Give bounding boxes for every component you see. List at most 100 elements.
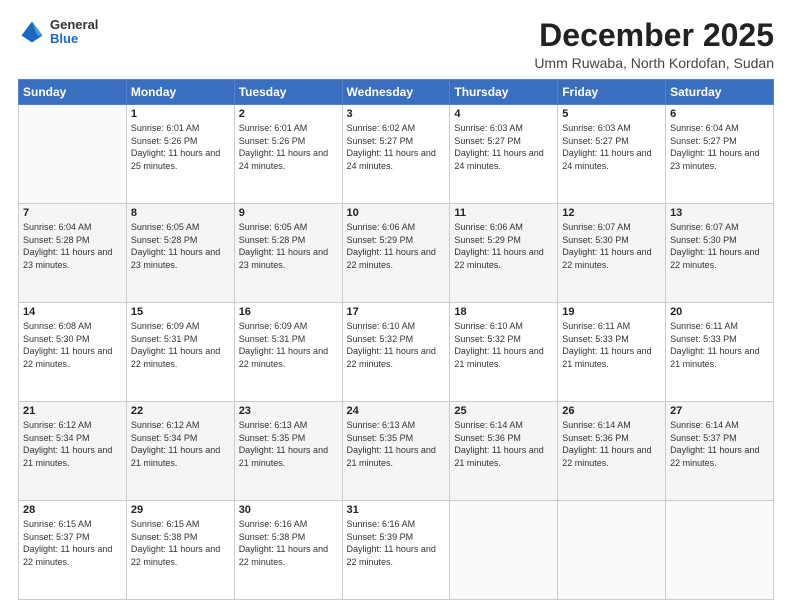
logo-icon bbox=[18, 18, 46, 46]
day-info: Sunrise: 6:13 AMSunset: 5:35 PMDaylight:… bbox=[347, 419, 446, 469]
day-number: 4 bbox=[454, 108, 553, 120]
day-number: 19 bbox=[562, 306, 661, 318]
day-number: 29 bbox=[131, 504, 230, 516]
day-number: 15 bbox=[131, 306, 230, 318]
calendar-cell: 25 Sunrise: 6:14 AMSunset: 5:36 PMDayligh… bbox=[450, 402, 558, 501]
calendar-table: SundayMondayTuesdayWednesdayThursdayFrid… bbox=[18, 79, 774, 600]
calendar-week-row: 7Sunrise: 6:04 AMSunset: 5:28 PMDaylight… bbox=[19, 204, 774, 303]
day-info: Sunrise: 6:02 AMSunset: 5:27 PMDaylight:… bbox=[347, 122, 446, 172]
day-number: 1 bbox=[131, 108, 230, 120]
calendar-cell: 11 Sunrise: 6:06 AMSunset: 5:29 PMDayligh… bbox=[450, 204, 558, 303]
calendar-cell: 30 Sunrise: 6:16 AMSunset: 5:38 PMDayligh… bbox=[234, 501, 342, 600]
calendar-day-header: Tuesday bbox=[234, 80, 342, 105]
calendar-day-header: Friday bbox=[558, 80, 666, 105]
calendar-cell: 16Sunrise: 6:09 AMSunset: 5:31 PMDayligh… bbox=[234, 303, 342, 402]
day-info: Sunrise: 6:03 AMSunset: 5:27 PMDaylight:… bbox=[562, 122, 661, 172]
calendar-cell: 5 Sunrise: 6:03 AMSunset: 5:27 PMDaylight… bbox=[558, 105, 666, 204]
day-number: 31 bbox=[347, 504, 446, 516]
day-info: Sunrise: 6:10 AMSunset: 5:32 PMDaylight:… bbox=[347, 320, 446, 370]
calendar-cell: 24 Sunrise: 6:13 AMSunset: 5:35 PMDayligh… bbox=[342, 402, 450, 501]
day-info: Sunrise: 6:04 AMSunset: 5:28 PMDaylight:… bbox=[23, 221, 122, 271]
calendar-day-header: Sunday bbox=[19, 80, 127, 105]
day-info: Sunrise: 6:06 AMSunset: 5:29 PMDaylight:… bbox=[454, 221, 553, 271]
day-info: Sunrise: 6:12 AMSunset: 5:34 PMDaylight:… bbox=[23, 419, 122, 469]
day-number: 24 bbox=[347, 405, 446, 417]
main-title: December 2025 bbox=[534, 18, 774, 53]
calendar-cell: 9 Sunrise: 6:05 AMSunset: 5:28 PMDaylight… bbox=[234, 204, 342, 303]
calendar-cell: 15 Sunrise: 6:09 AMSunset: 5:31 PMDayligh… bbox=[126, 303, 234, 402]
day-number: 12 bbox=[562, 207, 661, 219]
logo-general-label: General bbox=[50, 18, 98, 32]
day-info: Sunrise: 6:14 AMSunset: 5:36 PMDaylight:… bbox=[562, 419, 661, 469]
day-info: Sunrise: 6:11 AMSunset: 5:33 PMDaylight:… bbox=[670, 320, 769, 370]
calendar-cell bbox=[19, 105, 127, 204]
day-number: 10 bbox=[347, 207, 446, 219]
day-number: 22 bbox=[131, 405, 230, 417]
logo: General Blue bbox=[18, 18, 98, 47]
calendar-week-row: 14Sunrise: 6:08 AMSunset: 5:30 PMDayligh… bbox=[19, 303, 774, 402]
calendar-cell: 18Sunrise: 6:10 AMSunset: 5:32 PMDayligh… bbox=[450, 303, 558, 402]
title-block: December 2025 Umm Ruwaba, North Kordofan… bbox=[534, 18, 774, 71]
day-info: Sunrise: 6:15 AMSunset: 5:37 PMDaylight:… bbox=[23, 518, 122, 568]
calendar-cell: 31 Sunrise: 6:16 AMSunset: 5:39 PMDayligh… bbox=[342, 501, 450, 600]
day-number: 23 bbox=[239, 405, 338, 417]
calendar-cell: 14Sunrise: 6:08 AMSunset: 5:30 PMDayligh… bbox=[19, 303, 127, 402]
day-info: Sunrise: 6:11 AMSunset: 5:33 PMDaylight:… bbox=[562, 320, 661, 370]
day-number: 5 bbox=[562, 108, 661, 120]
day-number: 27 bbox=[670, 405, 769, 417]
day-info: Sunrise: 6:09 AMSunset: 5:31 PMDaylight:… bbox=[131, 320, 230, 370]
calendar-cell: 26 Sunrise: 6:14 AMSunset: 5:36 PMDayligh… bbox=[558, 402, 666, 501]
logo-blue-label: Blue bbox=[50, 32, 98, 46]
day-number: 11 bbox=[454, 207, 553, 219]
calendar-header-row: SundayMondayTuesdayWednesdayThursdayFrid… bbox=[19, 80, 774, 105]
calendar-cell: 28Sunrise: 6:15 AMSunset: 5:37 PMDayligh… bbox=[19, 501, 127, 600]
day-number: 30 bbox=[239, 504, 338, 516]
day-info: Sunrise: 6:01 AMSunset: 5:26 PMDaylight:… bbox=[131, 122, 230, 172]
day-info: Sunrise: 6:16 AMSunset: 5:38 PMDaylight:… bbox=[239, 518, 338, 568]
day-info: Sunrise: 6:16 AMSunset: 5:39 PMDaylight:… bbox=[347, 518, 446, 568]
day-number: 3 bbox=[347, 108, 446, 120]
calendar-cell: 17 Sunrise: 6:10 AMSunset: 5:32 PMDayligh… bbox=[342, 303, 450, 402]
calendar-week-row: 1 Sunrise: 6:01 AMSunset: 5:26 PMDaylight… bbox=[19, 105, 774, 204]
calendar-cell bbox=[666, 501, 774, 600]
calendar-cell: 20 Sunrise: 6:11 AMSunset: 5:33 PMDayligh… bbox=[666, 303, 774, 402]
day-info: Sunrise: 6:14 AMSunset: 5:36 PMDaylight:… bbox=[454, 419, 553, 469]
calendar-day-header: Saturday bbox=[666, 80, 774, 105]
day-number: 20 bbox=[670, 306, 769, 318]
day-number: 17 bbox=[347, 306, 446, 318]
header: General Blue December 2025 Umm Ruwaba, N… bbox=[18, 18, 774, 71]
day-info: Sunrise: 6:06 AMSunset: 5:29 PMDaylight:… bbox=[347, 221, 446, 271]
day-info: Sunrise: 6:03 AMSunset: 5:27 PMDaylight:… bbox=[454, 122, 553, 172]
day-number: 16 bbox=[239, 306, 338, 318]
calendar-day-header: Thursday bbox=[450, 80, 558, 105]
day-number: 25 bbox=[454, 405, 553, 417]
calendar-day-header: Wednesday bbox=[342, 80, 450, 105]
calendar-week-row: 28Sunrise: 6:15 AMSunset: 5:37 PMDayligh… bbox=[19, 501, 774, 600]
day-number: 8 bbox=[131, 207, 230, 219]
calendar-cell: 19 Sunrise: 6:11 AMSunset: 5:33 PMDayligh… bbox=[558, 303, 666, 402]
day-info: Sunrise: 6:05 AMSunset: 5:28 PMDaylight:… bbox=[131, 221, 230, 271]
calendar-cell: 29 Sunrise: 6:15 AMSunset: 5:38 PMDayligh… bbox=[126, 501, 234, 600]
day-info: Sunrise: 6:14 AMSunset: 5:37 PMDaylight:… bbox=[670, 419, 769, 469]
day-number: 13 bbox=[670, 207, 769, 219]
calendar-cell: 22Sunrise: 6:12 AMSunset: 5:34 PMDayligh… bbox=[126, 402, 234, 501]
day-number: 6 bbox=[670, 108, 769, 120]
logo-text: General Blue bbox=[50, 18, 98, 47]
calendar-cell: 2Sunrise: 6:01 AMSunset: 5:26 PMDaylight… bbox=[234, 105, 342, 204]
calendar-cell: 8 Sunrise: 6:05 AMSunset: 5:28 PMDaylight… bbox=[126, 204, 234, 303]
day-info: Sunrise: 6:07 AMSunset: 5:30 PMDaylight:… bbox=[562, 221, 661, 271]
day-info: Sunrise: 6:05 AMSunset: 5:28 PMDaylight:… bbox=[239, 221, 338, 271]
day-info: Sunrise: 6:15 AMSunset: 5:38 PMDaylight:… bbox=[131, 518, 230, 568]
calendar-cell bbox=[450, 501, 558, 600]
subtitle: Umm Ruwaba, North Kordofan, Sudan bbox=[534, 55, 774, 71]
day-info: Sunrise: 6:07 AMSunset: 5:30 PMDaylight:… bbox=[670, 221, 769, 271]
calendar-cell: 23Sunrise: 6:13 AMSunset: 5:35 PMDayligh… bbox=[234, 402, 342, 501]
calendar-cell: 21 Sunrise: 6:12 AMSunset: 5:34 PMDayligh… bbox=[19, 402, 127, 501]
calendar-week-row: 21 Sunrise: 6:12 AMSunset: 5:34 PMDayligh… bbox=[19, 402, 774, 501]
day-number: 21 bbox=[23, 405, 122, 417]
day-number: 14 bbox=[23, 306, 122, 318]
day-number: 26 bbox=[562, 405, 661, 417]
calendar-cell: 12 Sunrise: 6:07 AMSunset: 5:30 PMDayligh… bbox=[558, 204, 666, 303]
day-number: 9 bbox=[239, 207, 338, 219]
calendar-cell: 7Sunrise: 6:04 AMSunset: 5:28 PMDaylight… bbox=[19, 204, 127, 303]
